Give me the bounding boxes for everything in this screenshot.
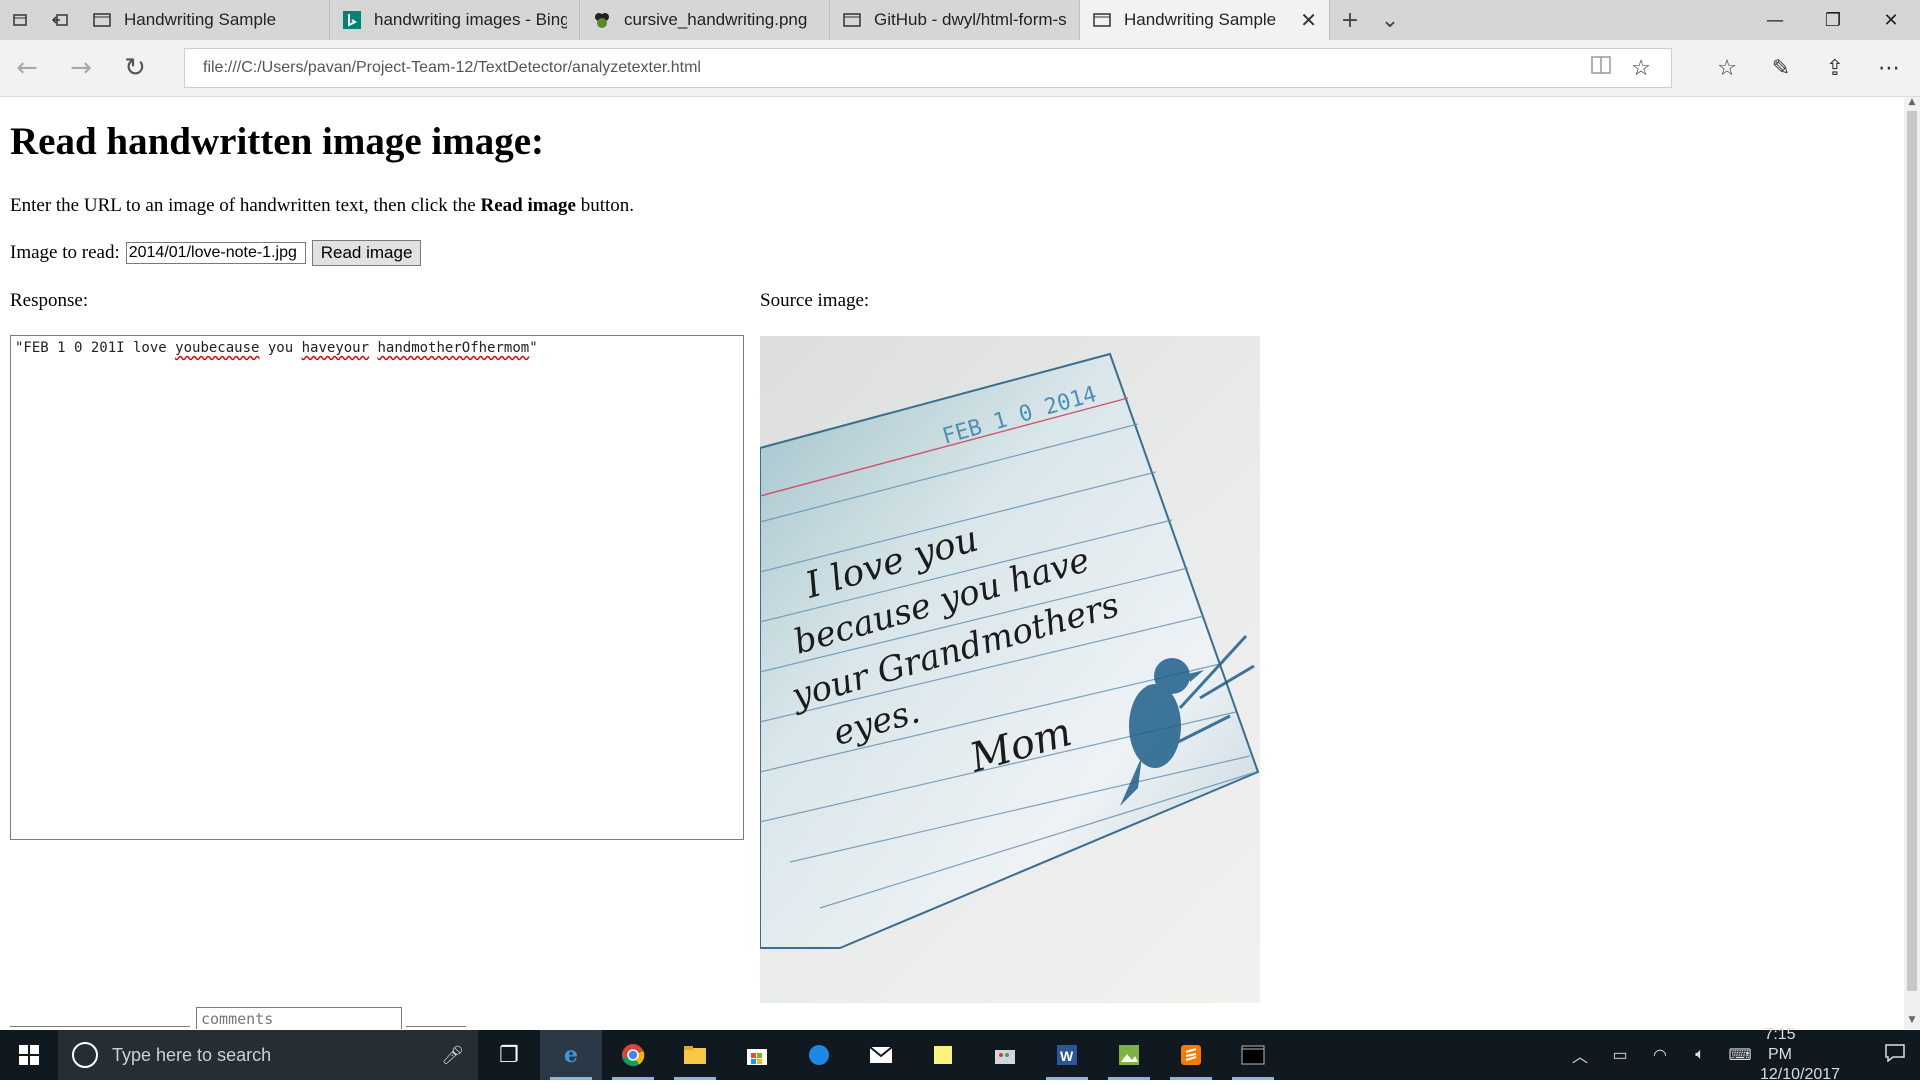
web-note-pen-icon[interactable]: ✎ (1754, 56, 1808, 81)
misspelled-word: handmotherOfhermom (377, 340, 530, 356)
source-image-label: Source image: (760, 290, 870, 311)
image-url-label: Image to read: (10, 242, 120, 263)
system-tray: ︿ ▭ ◠ 🔈︎ ⌨ 7:15 PM 12/10/2017 (1560, 1026, 1920, 1083)
tab-title: Handwriting Sample (1124, 10, 1277, 29)
image-url-input[interactable] (125, 242, 306, 264)
image-form: Image to read: Read image (10, 240, 422, 266)
page-icon (842, 10, 862, 30)
tab-cursive-handwriting[interactable]: cursive_handwriting.png (580, 0, 830, 40)
refresh-icon[interactable]: ↻ (108, 40, 162, 96)
page-icon (92, 10, 112, 30)
bottom-control-left[interactable] (10, 1026, 190, 1029)
mail-icon[interactable] (850, 1030, 912, 1080)
tab-set-aside-icon[interactable] (0, 0, 40, 40)
more-options-icon[interactable]: ⋯ (1862, 56, 1916, 81)
response-text: " (529, 340, 538, 356)
restore-icon[interactable]: ❐ (1804, 0, 1862, 40)
scroll-up-icon[interactable]: ▲ (1904, 97, 1920, 111)
notification-icon[interactable] (1870, 1043, 1920, 1067)
intro-text-bold: Read image (480, 195, 576, 216)
edge-browser-icon[interactable]: e (540, 1030, 602, 1080)
page-icon (1092, 10, 1112, 30)
tab-github[interactable]: GitHub - dwyl/html-form-se (830, 0, 1080, 40)
scroll-thumb[interactable] (1907, 111, 1917, 991)
image-viewer-icon[interactable] (1098, 1030, 1160, 1080)
tab-title: cursive_handwriting.png (624, 10, 808, 29)
intro-text: Enter the URL to an image of handwritten… (10, 195, 634, 217)
misspelled-word: youbecause (175, 340, 260, 356)
page-title: Read handwritten image image: (10, 120, 545, 163)
misspelled-word: haveyour (301, 340, 370, 356)
word-icon[interactable]: W (1036, 1030, 1098, 1080)
new-tab-icon[interactable]: + (1330, 0, 1370, 40)
page-content: Read handwritten image image: Enter the … (0, 97, 1904, 1029)
tab-handwriting-sample-1[interactable]: Handwriting Sample (80, 0, 330, 40)
microphone-icon[interactable]: 🎤︎ (441, 1045, 464, 1066)
sublime-text-icon[interactable] (1160, 1030, 1222, 1080)
intro-text-start: Enter the URL to an image of handwritten… (10, 195, 481, 216)
vertical-scrollbar[interactable]: ▲ ▼ (1904, 97, 1920, 1029)
tab-title: Handwriting Sample (124, 10, 277, 29)
intro-text-end: button. (575, 195, 635, 216)
share-icon[interactable]: ⇪ (1808, 56, 1862, 81)
back-arrow-icon[interactable]: ← (0, 40, 54, 96)
tab-title: GitHub - dwyl/html-form-se (874, 10, 1067, 29)
address-bar[interactable]: file:///C:/Users/pavan/Project-Team-12/T… (184, 48, 1672, 88)
comments-input[interactable]: comments (196, 1007, 402, 1029)
tab-handwriting-sample-active[interactable]: Handwriting Sample ✕ (1080, 0, 1330, 40)
terminal-icon[interactable] (1222, 1030, 1284, 1080)
chrome-icon[interactable] (602, 1030, 664, 1080)
close-window-icon[interactable]: ✕ (1862, 0, 1920, 40)
file-explorer-icon[interactable] (664, 1030, 726, 1080)
navigation-bar: ← → ↻ file:///C:/Users/pavan/Project-Tea… (0, 40, 1920, 97)
volume-icon[interactable]: 🔈︎ (1680, 1046, 1720, 1064)
close-tab-icon[interactable]: ✕ (1300, 8, 1317, 33)
wifi-icon[interactable]: ◠ (1640, 1045, 1680, 1065)
taskbar: Type here to search 🎤︎ ❐ e W ︿ ▭ ◠ 🔈︎ ⌨ … (0, 1026, 1920, 1083)
safari-compass-icon[interactable] (788, 1030, 850, 1080)
response-text: "FEB 1 0 201I love (15, 340, 176, 356)
address-url: file:///C:/Users/pavan/Project-Team-12/T… (203, 59, 701, 76)
tab-strip: Handwriting Sample handwriting images - … (0, 0, 1920, 40)
clock-time: 7:15 PM (1764, 1026, 1796, 1063)
clock[interactable]: 7:15 PM 12/10/2017 (1760, 1025, 1870, 1085)
task-view-icon[interactable]: ❐ (478, 1030, 540, 1080)
tab-bing-images[interactable]: handwriting images - Bing i (330, 0, 580, 40)
svg-text:W: W (1060, 1048, 1074, 1064)
tab-title: handwriting images - Bing i (374, 10, 567, 29)
minimize-icon[interactable]: — (1746, 0, 1804, 40)
chevron-up-icon[interactable]: ︿ (1560, 1043, 1600, 1067)
favorites-hub-icon[interactable]: ☆ (1700, 56, 1754, 81)
read-image-button[interactable]: Read image (311, 240, 422, 266)
response-textarea[interactable]: "FEB 1 0 201I love youbecause you haveyo… (10, 335, 744, 840)
taskbar-search[interactable]: Type here to search 🎤︎ (58, 1030, 478, 1080)
sticky-notes-icon[interactable] (912, 1030, 974, 1080)
bing-icon (342, 10, 362, 30)
forward-arrow-icon[interactable]: → (54, 40, 108, 96)
response-label: Response: (10, 290, 89, 311)
source-image: FEB 1 0 2014 I love you because you have… (760, 336, 1260, 1003)
restore-tabs-icon[interactable] (40, 0, 80, 40)
bottom-control-right[interactable] (406, 1026, 466, 1029)
reading-view-icon[interactable] (1581, 55, 1621, 81)
favorite-star-icon[interactable]: ☆ (1621, 55, 1661, 81)
clock-date: 12/10/2017 (1760, 1066, 1841, 1083)
paint-icon[interactable] (974, 1030, 1036, 1080)
battery-icon[interactable]: ▭ (1600, 1045, 1640, 1065)
response-text: you (259, 340, 302, 356)
image-icon (592, 10, 612, 30)
keyboard-icon[interactable]: ⌨ (1720, 1045, 1760, 1065)
scroll-down-icon[interactable]: ▼ (1904, 1015, 1920, 1029)
windows-start-icon[interactable] (0, 1030, 58, 1080)
store-icon[interactable] (726, 1030, 788, 1080)
search-placeholder: Type here to search (112, 1044, 272, 1065)
chevron-down-icon[interactable]: ⌄ (1370, 0, 1410, 40)
cortana-icon (72, 1042, 98, 1068)
